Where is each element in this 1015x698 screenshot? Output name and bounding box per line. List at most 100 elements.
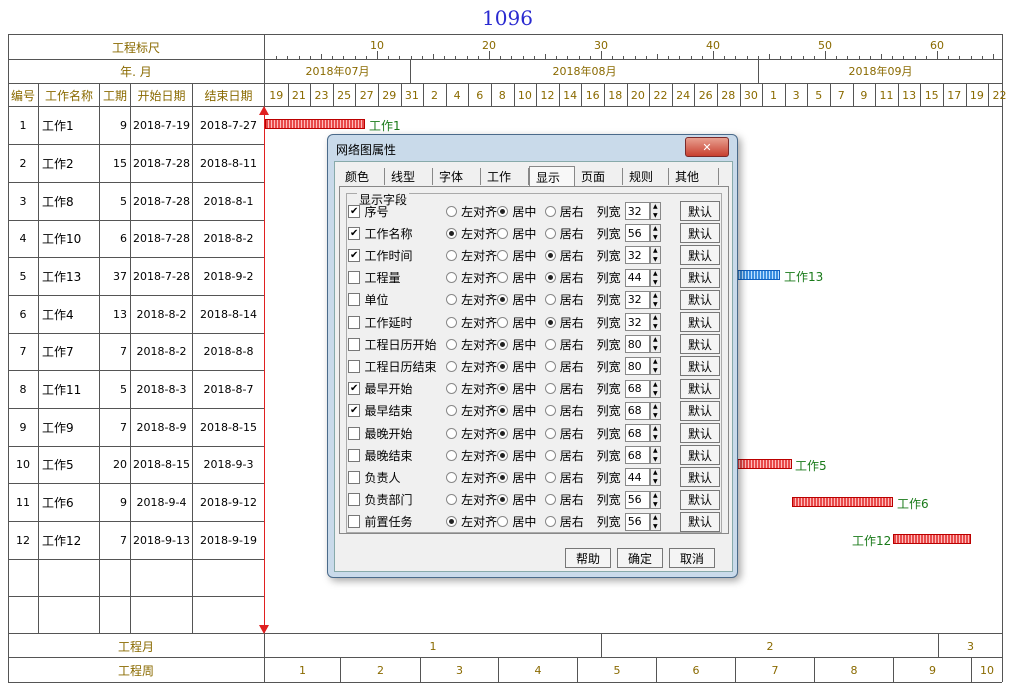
- width-spinner[interactable]: ▲ ▼: [649, 468, 662, 487]
- align-center-radio[interactable]: 居中: [497, 402, 544, 419]
- align-center-radio[interactable]: 居中: [497, 336, 544, 353]
- cancel-button[interactable]: 取消: [669, 548, 715, 568]
- align-left-radio[interactable]: 左对齐: [446, 336, 497, 353]
- align-center-radio[interactable]: 居中: [497, 269, 544, 286]
- width-spinner[interactable]: ▲ ▼: [649, 379, 662, 398]
- width-spinner[interactable]: ▲ ▼: [649, 424, 662, 442]
- width-input[interactable]: 68: [624, 401, 650, 420]
- width-spinner[interactable]: ▲ ▼: [649, 335, 662, 354]
- align-left-radio[interactable]: 左对齐: [446, 469, 497, 486]
- width-spinner[interactable]: ▲ ▼: [649, 446, 662, 465]
- checkbox[interactable]: [348, 359, 361, 373]
- width-spinner[interactable]: ▲ ▼: [649, 268, 662, 287]
- align-right-radio[interactable]: 居右: [544, 380, 592, 397]
- align-right-radio[interactable]: 居右: [544, 269, 592, 286]
- checkbox[interactable]: [348, 293, 361, 307]
- gantt-bar[interactable]: [736, 459, 792, 469]
- ok-button[interactable]: 确定: [617, 548, 663, 568]
- default-button[interactable]: 默认: [680, 511, 720, 532]
- default-button[interactable]: 默认: [680, 467, 720, 488]
- align-center-radio[interactable]: 居中: [497, 425, 544, 442]
- default-button[interactable]: 默认: [680, 423, 720, 443]
- checkbox[interactable]: ✔: [348, 248, 361, 262]
- width-spinner[interactable]: ▲ ▼: [649, 357, 662, 376]
- default-button[interactable]: 默认: [680, 223, 720, 244]
- align-right-radio[interactable]: 居右: [544, 491, 592, 508]
- width-input[interactable]: 32: [624, 313, 650, 331]
- align-left-radio[interactable]: 左对齐: [446, 225, 497, 242]
- width-input[interactable]: 32: [624, 290, 650, 309]
- current-date-line[interactable]: [264, 108, 265, 632]
- checkbox[interactable]: [348, 337, 361, 351]
- default-button[interactable]: 默认: [680, 312, 720, 332]
- width-input[interactable]: 56: [624, 512, 650, 531]
- width-input[interactable]: 44: [624, 268, 650, 287]
- default-button[interactable]: 默认: [680, 489, 720, 510]
- width-spinner[interactable]: ▲ ▼: [649, 490, 662, 509]
- width-input[interactable]: 56: [624, 224, 650, 243]
- col-header-start[interactable]: 开始日期: [131, 84, 192, 106]
- width-spinner[interactable]: ▲ ▼: [649, 512, 662, 531]
- default-button[interactable]: 默认: [680, 267, 720, 288]
- align-right-radio[interactable]: 居右: [544, 425, 592, 442]
- checkbox[interactable]: [348, 515, 361, 529]
- align-left-radio[interactable]: 左对齐: [446, 513, 497, 530]
- tab-7[interactable]: 其他: [669, 168, 719, 185]
- align-left-radio[interactable]: 左对齐: [446, 358, 497, 375]
- width-input[interactable]: 44: [624, 468, 650, 487]
- align-right-radio[interactable]: 居右: [544, 203, 592, 220]
- align-right-radio[interactable]: 居右: [544, 336, 592, 353]
- align-left-radio[interactable]: 左对齐: [446, 447, 497, 464]
- width-spinner[interactable]: ▲ ▼: [649, 246, 662, 265]
- width-spinner[interactable]: ▲ ▼: [649, 224, 662, 243]
- checkbox[interactable]: ✔: [348, 404, 361, 418]
- align-left-radio[interactable]: 左对齐: [446, 425, 497, 442]
- close-icon[interactable]: ✕: [685, 137, 729, 157]
- align-center-radio[interactable]: 居中: [497, 247, 544, 264]
- default-button[interactable]: 默认: [680, 201, 720, 221]
- align-center-radio[interactable]: 居中: [497, 203, 544, 220]
- align-center-radio[interactable]: 居中: [497, 447, 544, 464]
- align-center-radio[interactable]: 居中: [497, 225, 544, 242]
- align-left-radio[interactable]: 左对齐: [446, 491, 497, 508]
- tab-3[interactable]: 工作: [481, 168, 529, 185]
- default-button[interactable]: 默认: [680, 400, 720, 421]
- align-center-radio[interactable]: 居中: [497, 491, 544, 508]
- default-button[interactable]: 默认: [680, 378, 720, 399]
- col-header-duration[interactable]: 工期: [100, 84, 130, 106]
- default-button[interactable]: 默认: [680, 445, 720, 466]
- align-center-radio[interactable]: 居中: [497, 291, 544, 308]
- align-left-radio[interactable]: 左对齐: [446, 380, 497, 397]
- align-center-radio[interactable]: 居中: [497, 358, 544, 375]
- align-right-radio[interactable]: 居右: [544, 291, 592, 308]
- align-left-radio[interactable]: 左对齐: [446, 291, 497, 308]
- width-input[interactable]: 80: [624, 357, 650, 376]
- align-right-radio[interactable]: 居右: [544, 247, 592, 264]
- width-input[interactable]: 32: [624, 202, 650, 220]
- checkbox[interactable]: [348, 470, 361, 484]
- width-input[interactable]: 68: [624, 379, 650, 398]
- tab-0[interactable]: 颜色: [339, 168, 385, 185]
- align-right-radio[interactable]: 居右: [544, 513, 592, 530]
- checkbox[interactable]: [348, 426, 361, 440]
- align-right-radio[interactable]: 居右: [544, 469, 592, 486]
- checkbox[interactable]: [348, 448, 361, 462]
- align-center-radio[interactable]: 居中: [497, 380, 544, 397]
- width-spinner[interactable]: ▲ ▼: [649, 313, 662, 331]
- align-right-radio[interactable]: 居右: [544, 225, 592, 242]
- align-right-radio[interactable]: 居右: [544, 314, 592, 331]
- tab-4[interactable]: 显示: [529, 166, 575, 187]
- default-button[interactable]: 默认: [680, 334, 720, 355]
- tab-1[interactable]: 线型: [385, 168, 433, 185]
- width-input[interactable]: 68: [624, 446, 650, 465]
- default-button[interactable]: 默认: [680, 356, 720, 377]
- align-left-radio[interactable]: 左对齐: [446, 314, 497, 331]
- tab-5[interactable]: 页面: [575, 168, 623, 185]
- tab-6[interactable]: 规则: [623, 168, 669, 185]
- width-input[interactable]: 68: [624, 424, 650, 442]
- checkbox[interactable]: ✔: [348, 382, 361, 396]
- width-input[interactable]: 56: [624, 490, 650, 509]
- align-right-radio[interactable]: 居右: [544, 358, 592, 375]
- align-left-radio[interactable]: 左对齐: [446, 269, 497, 286]
- width-spinner[interactable]: ▲ ▼: [649, 401, 662, 420]
